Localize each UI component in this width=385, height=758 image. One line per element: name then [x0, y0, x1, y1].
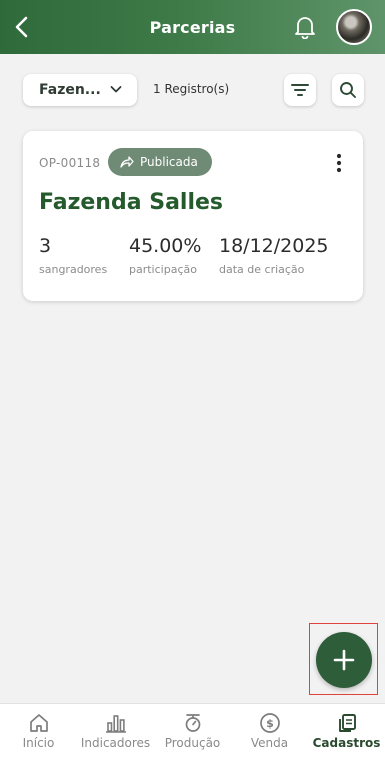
search-button[interactable] [332, 74, 364, 106]
partnership-card[interactable]: OP-00118 Publicada Fazenda Salles 3 sang… [23, 131, 363, 301]
status-badge: Publicada [108, 148, 212, 176]
stat-value: 18/12/2025 [219, 235, 329, 257]
stat-tappers: 3 sangradores [39, 235, 107, 276]
bell-icon [295, 17, 315, 39]
plus-icon [333, 649, 355, 671]
dollar-icon: $ [259, 713, 280, 733]
nav-item-inicio[interactable]: Início [0, 704, 77, 758]
nav-item-producao[interactable]: Produção [154, 704, 231, 758]
stat-participation: 45.00% participação [129, 235, 201, 276]
stat-created-date: 18/12/2025 data de criação [219, 235, 329, 276]
nav-item-venda[interactable]: $ Venda [231, 704, 308, 758]
nav-label: Indicadores [80, 736, 151, 750]
chevron-left-icon [15, 16, 28, 38]
svg-text:$: $ [266, 717, 274, 730]
stat-label: data de criação [219, 263, 305, 276]
filter-button[interactable] [284, 74, 316, 106]
nav-label: Início [22, 736, 55, 750]
nav-label: Venda [250, 736, 289, 750]
page-title: Parcerias [149, 17, 236, 37]
back-button[interactable] [8, 12, 36, 42]
nav-label: Cadastros [312, 736, 381, 750]
avatar[interactable] [336, 9, 372, 45]
bottom-navigation: Início Indicadores Produção $ Venda Cada… [0, 703, 385, 758]
nav-label: Produção [164, 736, 221, 750]
stat-value: 3 [39, 235, 52, 257]
stat-label: participação [129, 263, 197, 276]
partnership-code: OP-00118 [39, 156, 101, 170]
stat-label: sangradores [39, 263, 108, 276]
scale-icon [185, 714, 200, 732]
home-icon [29, 714, 48, 732]
filter-icon [291, 84, 309, 96]
share-icon [120, 156, 134, 168]
app-header: Parcerias [0, 0, 385, 54]
farm-filter-value: Fazen... [39, 82, 101, 98]
nav-item-indicadores[interactable]: Indicadores [77, 704, 154, 758]
status-label: Publicada [140, 155, 198, 169]
add-partnership-button[interactable] [316, 632, 372, 688]
more-options-button[interactable] [329, 151, 349, 175]
record-count: 1 Registro(s) [153, 82, 230, 96]
nav-item-cadastros[interactable]: Cadastros [308, 704, 385, 758]
chevron-down-icon [110, 86, 122, 93]
notifications-button[interactable] [291, 13, 319, 41]
more-vertical-icon [336, 153, 342, 173]
farm-filter-dropdown[interactable]: Fazen... [23, 74, 137, 106]
search-icon [340, 82, 356, 98]
bar-chart-icon [105, 715, 126, 733]
farm-name: Fazenda Salles [39, 190, 224, 215]
copy-icon [338, 714, 356, 732]
stat-value: 45.00% [129, 235, 202, 257]
